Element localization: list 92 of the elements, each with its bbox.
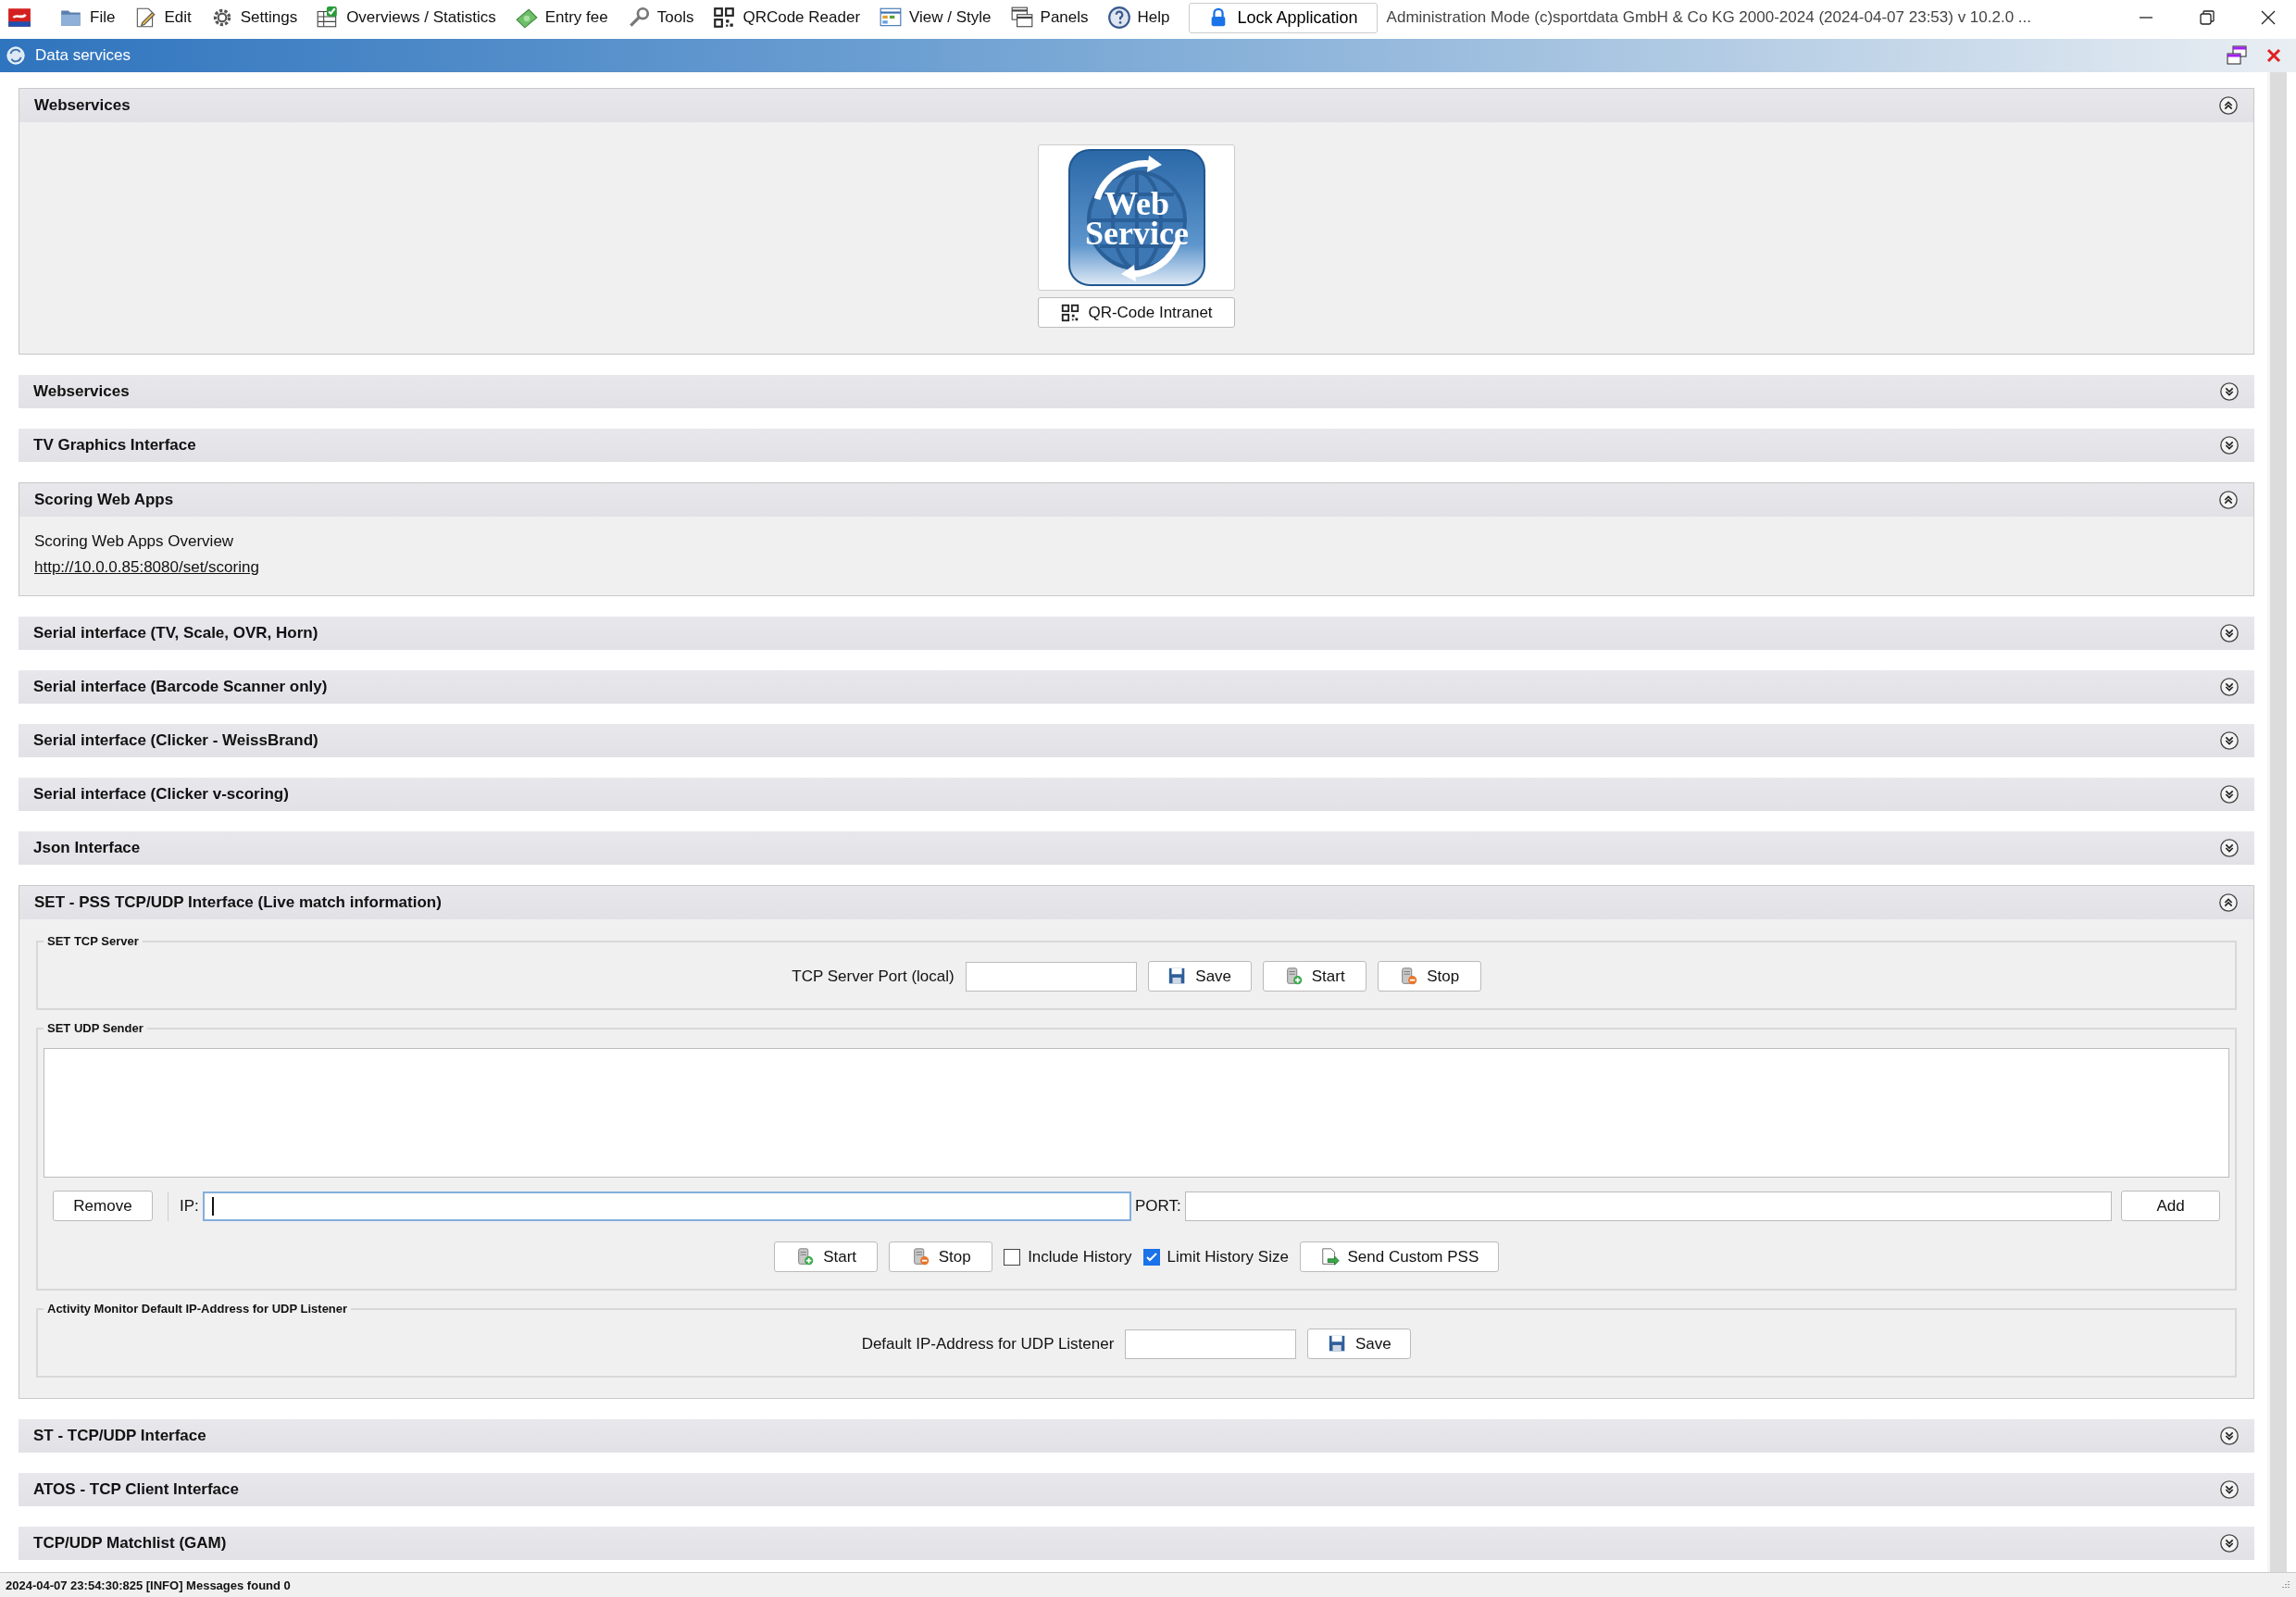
- group-title: SET TCP Server: [46, 934, 140, 948]
- expand-icon[interactable]: [2219, 1533, 2240, 1553]
- section-title: Webservices: [33, 382, 130, 401]
- section-header[interactable]: Serial interface (Barcode Scanner only): [19, 670, 2254, 704]
- section-title: Serial interface (Barcode Scanner only): [33, 678, 328, 696]
- add-button[interactable]: Add: [2121, 1191, 2220, 1221]
- qr-code-icon: [1060, 302, 1081, 323]
- section-header[interactable]: Webservices: [19, 89, 2253, 122]
- field-label: PORT:: [1135, 1196, 1181, 1216]
- save-button[interactable]: Save: [1307, 1329, 1412, 1359]
- lock-button[interactable]: Lock Application: [1188, 2, 1378, 33]
- data-services-icon: [6, 45, 26, 66]
- help-icon: [1106, 6, 1131, 30]
- start-button[interactable]: Start: [1262, 961, 1366, 992]
- menu-item[interactable]: File: [59, 6, 116, 30]
- expand-icon[interactable]: [2219, 838, 2240, 858]
- stop-button[interactable]: Stop: [889, 1241, 993, 1272]
- expand-icon[interactable]: [2219, 623, 2240, 643]
- field-label: TCP Server Port (local): [792, 967, 955, 986]
- section-title: Webservices: [34, 96, 131, 115]
- checkbox-label: Limit History Size: [1167, 1247, 1289, 1266]
- input-field[interactable]: [965, 961, 1137, 992]
- stop-button[interactable]: Stop: [1377, 961, 1481, 992]
- expand-icon[interactable]: [2219, 1479, 2240, 1500]
- section-header[interactable]: TV Graphics Interface: [19, 429, 2254, 462]
- expand-icon[interactable]: [2219, 677, 2240, 697]
- section-header[interactable]: Json Interface: [19, 831, 2254, 865]
- section-title: Scoring Web Apps: [34, 491, 174, 509]
- section-title: TCP/UDP Matchlist (GAM): [33, 1534, 227, 1553]
- window-stack-icon: [1009, 6, 1034, 30]
- link-label: Scoring Web Apps Overview: [34, 532, 234, 551]
- section-header[interactable]: Webservices: [19, 375, 2254, 408]
- section-title: Serial interface (Clicker v-scoring): [33, 785, 289, 804]
- input-field[interactable]: [1184, 1191, 2112, 1221]
- collapse-icon[interactable]: [2218, 892, 2239, 913]
- qr-code-button[interactable]: QR-Code Intranet: [1038, 297, 1235, 328]
- section-header[interactable]: TCP/UDP Matchlist (GAM): [19, 1527, 2254, 1560]
- section-title: Serial interface (TV, Scale, OVR, Horn): [33, 624, 318, 643]
- group-title: Activity Monitor Default IP-Address for UDP Listener: [46, 1302, 349, 1316]
- menu-item[interactable]: QRCode Reader: [712, 6, 861, 30]
- url-link[interactable]: http://10.0.0.85:8080/set/scoring: [34, 558, 259, 577]
- section-title: TV Graphics Interface: [33, 436, 196, 455]
- expand-icon[interactable]: [2219, 730, 2240, 751]
- section-header[interactable]: Scoring Web Apps: [19, 483, 2253, 517]
- input-field[interactable]: [1125, 1329, 1297, 1359]
- menu-item[interactable]: Settings: [209, 6, 298, 30]
- menu-item[interactable]: View / Style: [879, 6, 992, 30]
- section-title: Json Interface: [33, 839, 141, 857]
- section-header[interactable]: ATOS - TCP Client Interface: [19, 1473, 2254, 1506]
- section-title: ST - TCP/UDP Interface: [33, 1427, 206, 1445]
- section-header[interactable]: Serial interface (Clicker v-scoring): [19, 778, 2254, 811]
- group-title: SET UDP Sender: [46, 1021, 144, 1035]
- menu-item[interactable]: Entry fee: [514, 6, 608, 30]
- section-title: SET - PSS TCP/UDP Interface (Live match information): [34, 893, 442, 912]
- expand-icon[interactable]: [2219, 381, 2240, 402]
- windows-icon[interactable]: [2226, 44, 2248, 67]
- section-title: ATOS - TCP Client Interface: [33, 1480, 239, 1499]
- text-cursor: [211, 1196, 214, 1216]
- collapse-icon[interactable]: [2218, 490, 2239, 510]
- menu-item[interactable]: Panels: [1009, 6, 1089, 30]
- checkbox[interactable]: [1004, 1248, 1021, 1266]
- document-arrow-icon: [1319, 1246, 1341, 1267]
- field-label: IP:: [180, 1196, 199, 1216]
- window-title: Administration Mode (c)sportdata GmbH & Co KG 2000-2024 (2024-04-07 23:53) v 10.2.0 ...: [1386, 8, 2032, 27]
- scroll-bar[interactable]: [2267, 72, 2287, 1572]
- expand-icon[interactable]: [2219, 1426, 2240, 1446]
- status-text: 2024-04-07 23:54:30:825 [INFO] Messages found 0: [6, 1578, 291, 1592]
- app-logo: [7, 6, 31, 30]
- expand-icon[interactable]: [2219, 435, 2240, 455]
- menu-item[interactable]: Overviews / Statistics: [316, 6, 496, 30]
- section-header[interactable]: SET - PSS TCP/UDP Interface (Live match information): [19, 886, 2253, 919]
- menu-item[interactable]: Edit: [133, 6, 192, 30]
- section-header[interactable]: Serial interface (Clicker - WeissBrand): [19, 724, 2254, 757]
- section-title: Serial interface (Clicker - WeissBrand): [33, 731, 318, 750]
- resize-grip-icon[interactable]: [2279, 1579, 2290, 1591]
- input-field[interactable]: [202, 1191, 1131, 1221]
- section-header[interactable]: ST - TCP/UDP Interface: [19, 1419, 2254, 1453]
- remove-button[interactable]: Remove: [53, 1191, 153, 1221]
- save-button[interactable]: Save: [1147, 961, 1252, 992]
- qr-code-icon: [712, 6, 737, 30]
- menu-item[interactable]: Help: [1106, 6, 1170, 30]
- collapse-icon[interactable]: [2218, 95, 2239, 116]
- field-label: Default IP-Address for UDP Listener: [861, 1334, 1115, 1354]
- panel-title: Data services: [35, 46, 131, 65]
- logo-card[interactable]: Web Service: [1038, 144, 1235, 291]
- menu-item[interactable]: Tools: [626, 6, 694, 30]
- section-header[interactable]: Serial interface (TV, Scale, OVR, Horn): [19, 617, 2254, 650]
- checkbox-label: Include History: [1028, 1247, 1132, 1266]
- expand-icon[interactable]: [2219, 784, 2240, 805]
- checkbox[interactable]: [1142, 1248, 1160, 1266]
- start-button[interactable]: Start: [774, 1241, 879, 1272]
- send-button[interactable]: Send Custom PSS: [1299, 1241, 1499, 1272]
